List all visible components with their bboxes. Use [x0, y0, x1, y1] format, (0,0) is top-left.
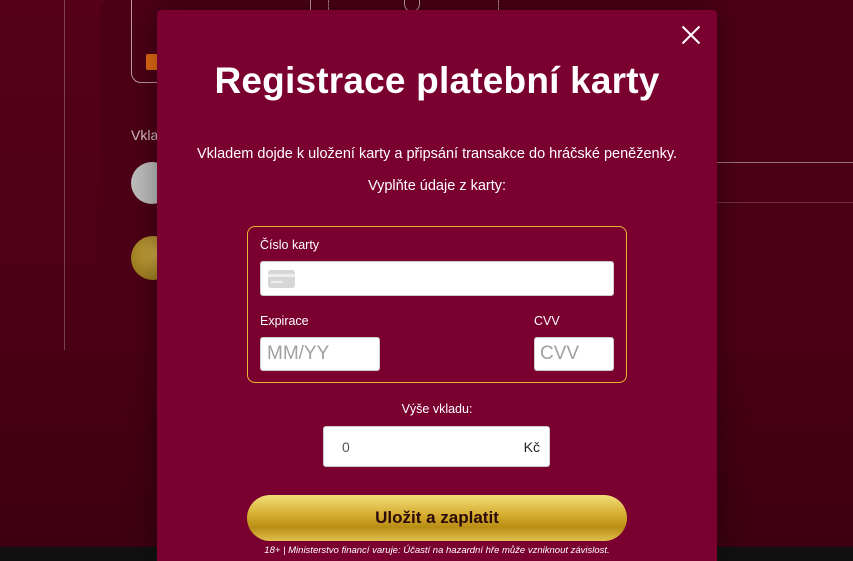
- background-label: Vkla: [131, 127, 159, 143]
- expiry-input[interactable]: [260, 337, 380, 371]
- credit-card-icon: [268, 270, 295, 288]
- expiry-label: Expirace: [260, 314, 309, 328]
- background-dashed-line: [498, 0, 499, 10]
- modal-title: Registrace platební karty: [214, 60, 660, 101]
- card-number-label: Číslo karty: [260, 238, 320, 252]
- gambling-warning-text: 18+ | Ministerstvo financí varuje: Účast…: [264, 545, 610, 556]
- background-line: [716, 162, 853, 163]
- amount-field[interactable]: Kč: [323, 426, 550, 467]
- card-number-input[interactable]: [260, 261, 614, 296]
- currency-label: Kč: [523, 439, 540, 455]
- background-line: [716, 202, 853, 203]
- background-dashed-line: [328, 0, 329, 10]
- background-divider: [64, 0, 65, 350]
- close-icon[interactable]: [681, 25, 701, 45]
- card-details-form: Číslo karty Expirace CVV: [247, 226, 627, 383]
- card-registration-modal: Registrace platební karty Vkladem dojde …: [157, 10, 717, 561]
- save-and-pay-button[interactable]: Uložit a zaplatit: [247, 495, 627, 541]
- amount-input[interactable]: [324, 427, 514, 466]
- cvv-label: CVV: [534, 314, 560, 328]
- amount-label: Výše vkladu:: [401, 402, 473, 416]
- modal-intro-text: Vkladem dojde k uložení karty a připsání…: [196, 146, 678, 162]
- cvv-input[interactable]: [534, 337, 614, 371]
- modal-instruction-text: Vyplňte údaje z karty:: [367, 178, 507, 194]
